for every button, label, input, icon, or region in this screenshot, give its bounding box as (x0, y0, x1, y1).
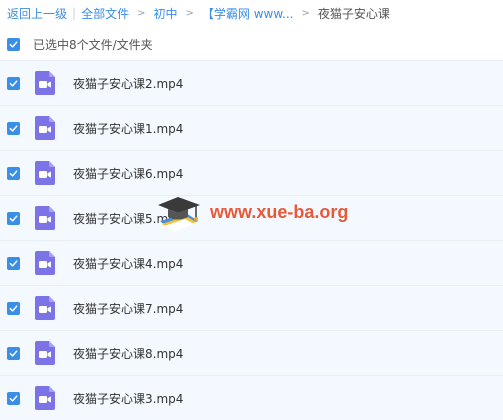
selection-summary: 已选中8个文件/文件夹 (33, 37, 153, 52)
breadcrumb-divider: | (72, 6, 77, 20)
chevron-right-icon: > (301, 7, 310, 19)
back-link[interactable]: 返回上一级 (7, 5, 67, 22)
video-file-icon (35, 161, 55, 185)
video-file-icon (35, 71, 55, 95)
file-row[interactable]: 夜猫子安心课6.mp4 (0, 150, 503, 195)
video-file-icon (35, 251, 55, 275)
checkmark-icon (9, 305, 18, 312)
file-row[interactable]: 夜猫子安心课3.mp4 (0, 375, 503, 420)
file-row[interactable]: 夜猫子安心课5.mp4 (0, 195, 503, 240)
video-file-icon (35, 206, 55, 230)
file-name[interactable]: 夜猫子安心课4.mp4 (73, 255, 183, 272)
checkmark-icon (9, 215, 18, 222)
checkmark-icon (9, 350, 18, 357)
file-row[interactable]: 夜猫子安心课7.mp4 (0, 285, 503, 330)
row-checkbox[interactable] (7, 212, 20, 225)
file-name[interactable]: 夜猫子安心课6.mp4 (73, 165, 183, 182)
checkmark-icon (9, 260, 18, 267)
breadcrumb-all-files[interactable]: 全部文件 (81, 5, 129, 22)
row-checkbox[interactable] (7, 167, 20, 180)
breadcrumb: 返回上一级 | 全部文件 > 初中 > 【学霸网 www... > 夜猫子安心课 (0, 0, 503, 26)
chevron-right-icon: > (137, 7, 146, 19)
checkmark-icon (9, 170, 18, 177)
file-browser: 返回上一级 | 全部文件 > 初中 > 【学霸网 www... > 夜猫子安心课… (0, 0, 503, 420)
file-list: 夜猫子安心课2.mp4 夜猫子安心课1.mp4 夜猫子安心课6.mp4 夜猫子安… (0, 60, 503, 420)
file-row[interactable]: 夜猫子安心课8.mp4 (0, 330, 503, 375)
row-checkbox[interactable] (7, 77, 20, 90)
row-checkbox[interactable] (7, 302, 20, 315)
select-all-checkbox[interactable] (7, 37, 20, 51)
chevron-right-icon: > (185, 7, 194, 19)
breadcrumb-current: 夜猫子安心课 (317, 6, 390, 21)
file-name[interactable]: 夜猫子安心课2.mp4 (73, 75, 183, 92)
file-name[interactable]: 夜猫子安心课1.mp4 (73, 120, 183, 137)
video-file-icon (35, 296, 55, 320)
file-name[interactable]: 夜猫子安心课7.mp4 (73, 300, 183, 317)
file-name[interactable]: 夜猫子安心课5.mp4 (73, 210, 183, 227)
row-checkbox[interactable] (7, 392, 20, 405)
video-file-icon (35, 341, 55, 365)
row-checkbox[interactable] (7, 257, 20, 270)
file-name[interactable]: 夜猫子安心课3.mp4 (73, 390, 183, 407)
video-file-icon (35, 116, 55, 140)
row-checkbox[interactable] (7, 347, 20, 360)
checkmark-icon (9, 395, 18, 402)
checkmark-icon (9, 40, 18, 48)
checkmark-icon (9, 80, 18, 87)
file-row[interactable]: 夜猫子安心课2.mp4 (0, 60, 503, 105)
file-row[interactable]: 夜猫子安心课1.mp4 (0, 105, 503, 150)
file-row[interactable]: 夜猫子安心课4.mp4 (0, 240, 503, 285)
breadcrumb-level2[interactable]: 【学霸网 www... (202, 5, 294, 22)
selection-header: 已选中8个文件/文件夹 (0, 30, 503, 58)
file-name[interactable]: 夜猫子安心课8.mp4 (73, 345, 183, 362)
video-file-icon (35, 386, 55, 410)
checkmark-icon (9, 125, 18, 132)
row-checkbox[interactable] (7, 122, 20, 135)
breadcrumb-level1[interactable]: 初中 (153, 5, 177, 22)
